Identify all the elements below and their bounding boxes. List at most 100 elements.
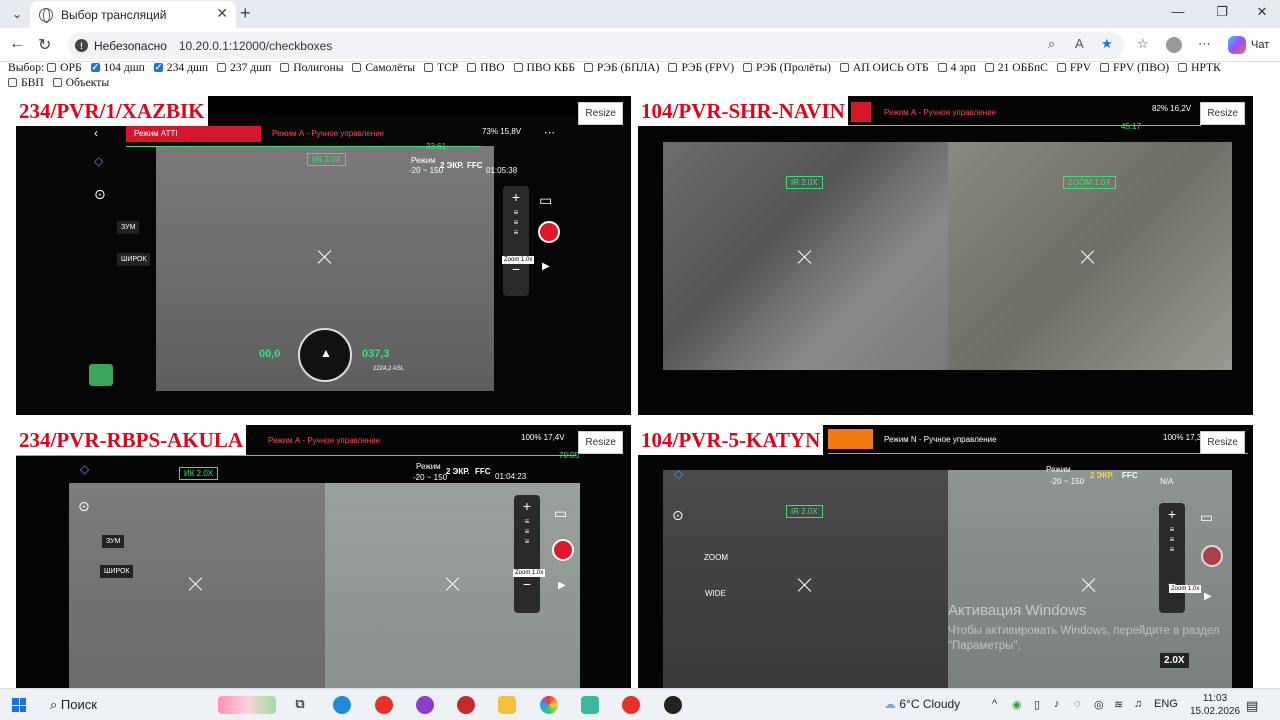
zoom-mode-button[interactable]: ZOOM <box>704 553 728 562</box>
filter-checkbox[interactable]: 21 ОББпС <box>984 60 1048 75</box>
filter-checkbox[interactable]: Объекты <box>52 75 109 90</box>
camera-icon[interactable]: ▭ <box>539 192 552 209</box>
filter-checkbox[interactable]: Полигоны <box>280 60 344 75</box>
favorite-star-icon[interactable]: ★ <box>1101 36 1113 52</box>
checkbox-box[interactable] <box>1178 63 1188 72</box>
wifi-icon[interactable]: ≋ <box>1114 698 1123 711</box>
favorites-bar-icon[interactable]: ☆ <box>1137 36 1149 52</box>
file-explorer-icon[interactable] <box>498 696 516 714</box>
tab-active[interactable]: Выбор трансляций ✕ <box>30 1 236 28</box>
filter-checkbox[interactable]: ОРБ <box>47 60 82 75</box>
wide-mode-button[interactable]: ШИРОК <box>117 253 151 266</box>
tray-usb-icon[interactable]: ▯ <box>1034 698 1040 711</box>
checkbox-box[interactable] <box>513 63 523 72</box>
playback-icon[interactable]: ▶ <box>558 580 566 591</box>
filter-checkbox[interactable]: FPV (ПВО) <box>1100 60 1169 75</box>
zoom-level-button[interactable]: Zoom 1.0x <box>513 569 546 577</box>
camera-icon[interactable]: ▭ <box>1200 509 1213 526</box>
filter-checkbox[interactable]: ПВО КББ <box>513 60 575 75</box>
zoom-in-icon[interactable]: + <box>503 186 529 208</box>
checkbox-box[interactable] <box>280 63 290 72</box>
more-icon[interactable]: ⋯ <box>544 126 555 139</box>
filter-checkbox[interactable]: НРТК <box>1178 60 1221 75</box>
ffc-button[interactable]: FFC <box>475 467 491 476</box>
zoom-in-icon[interactable]: + <box>514 495 540 517</box>
checkbox-box[interactable] <box>352 63 362 72</box>
filter-checkbox[interactable]: АП ОИСЬ ОТБ <box>839 60 929 75</box>
app-dark-icon[interactable] <box>664 696 682 714</box>
filter-checkbox[interactable]: FPV <box>1056 60 1091 75</box>
filter-checkbox[interactable]: БВП <box>8 75 44 90</box>
target-icon[interactable]: ⊙ <box>78 498 90 515</box>
checkbox-box[interactable] <box>743 63 753 72</box>
filter-checkbox[interactable]: Самолёты <box>352 60 415 75</box>
checkbox-box[interactable] <box>1056 63 1066 72</box>
zoom-level-button[interactable]: Zoom 1.0x <box>1169 585 1202 593</box>
tray-app2-icon[interactable]: ◎ <box>1094 698 1104 711</box>
close-tab-icon[interactable]: ✕ <box>216 5 228 22</box>
filter-checkbox[interactable]: ПВО <box>467 60 505 75</box>
app-notes-icon[interactable] <box>581 696 599 714</box>
resize-button[interactable]: Resize <box>1200 102 1245 125</box>
zoom-slider[interactable]: + ≡ ≡ ≡ − <box>514 495 540 613</box>
resize-button[interactable]: Resize <box>578 102 623 125</box>
record-button[interactable] <box>538 221 560 243</box>
microphone-icon[interactable]: ♪ <box>1054 698 1060 710</box>
record-button[interactable] <box>1201 545 1223 567</box>
minimize-icon[interactable]: — <box>1168 4 1188 19</box>
playback-icon[interactable]: ▶ <box>1204 591 1212 602</box>
checkbox-box[interactable] <box>984 63 994 72</box>
chrome-icon[interactable] <box>540 696 558 714</box>
chat-label[interactable]: Чат <box>1251 39 1269 51</box>
checkbox-box[interactable] <box>47 63 57 72</box>
tray-headset-icon[interactable]: ◌ <box>1074 698 1081 710</box>
weather-widget[interactable]: ☁ 6°C Cloudy <box>884 697 960 711</box>
back-arrow-icon[interactable]: ← <box>9 35 25 53</box>
notifications-icon[interactable]: ▤ <box>1246 698 1258 714</box>
zoom-mode-button[interactable]: ЗУМ <box>117 221 140 234</box>
zoom-slider[interactable]: + ≡ ≡ ≡ − <box>1159 503 1185 613</box>
diamond-icon[interactable]: ◇ <box>94 154 103 168</box>
target-icon[interactable]: ⊙ <box>94 186 106 203</box>
taskbar-search[interactable]: ⌕ Поиск <box>50 697 97 713</box>
filter-checkbox[interactable]: 4 зрп <box>937 60 976 75</box>
playback-icon[interactable]: ▶ <box>542 261 550 272</box>
checkbox-box[interactable] <box>583 63 593 72</box>
filter-checkbox[interactable]: РЭБ (FPV) <box>668 60 734 75</box>
tray-overflow-icon[interactable]: ^ <box>992 698 997 710</box>
camera-icon[interactable]: ▭ <box>554 505 567 522</box>
resize-button[interactable]: Resize <box>1200 431 1245 454</box>
checkbox-box[interactable] <box>839 63 849 72</box>
close-window-icon[interactable]: ✕ <box>1252 4 1272 20</box>
filter-checkbox[interactable]: 234 дшп <box>153 60 208 75</box>
widgets-icon[interactable] <box>218 696 276 714</box>
filter-checkbox[interactable]: ТСР <box>423 60 458 75</box>
filter-checkbox[interactable]: 104 дшп <box>90 60 145 75</box>
task-view-icon[interactable]: ⧉ <box>291 696 309 714</box>
app-8-icon[interactable] <box>457 696 475 714</box>
restore-icon[interactable]: ❐ <box>1212 4 1232 20</box>
target-icon[interactable]: ⊙ <box>672 507 684 524</box>
zoom-mode-button[interactable]: ЗУМ <box>102 535 125 548</box>
tray-app-icon[interactable]: ◉ <box>1012 698 1022 711</box>
read-aloud-icon[interactable]: A <box>1075 36 1084 51</box>
checkbox-box[interactable] <box>467 63 477 72</box>
checkbox-box[interactable] <box>423 63 433 72</box>
checkbox-box[interactable] <box>937 63 947 72</box>
edge-icon[interactable] <box>333 696 351 714</box>
filter-checkbox[interactable]: 237 дшп <box>217 60 271 75</box>
ffc-button[interactable]: FFC <box>1122 471 1138 480</box>
refresh-icon[interactable]: ↻ <box>38 35 51 55</box>
filter-checkbox[interactable]: РЭБ (Пролёты) <box>743 60 831 75</box>
checkbox-box[interactable] <box>153 60 163 75</box>
windows-start-icon[interactable] <box>12 698 26 712</box>
checkbox-box[interactable] <box>8 78 17 87</box>
record-button[interactable] <box>552 539 574 561</box>
clock[interactable]: 11:03 15.02.2026 <box>1190 692 1240 718</box>
url-field[interactable]: ! Небезопасно 10.20.0.1:12000/checkboxes <box>68 32 1124 59</box>
zoom-search-icon[interactable]: ⌕ <box>1048 36 1055 52</box>
copilot-icon[interactable] <box>1228 36 1246 54</box>
screen-mode[interactable]: 2 ЭКР. <box>1090 471 1114 480</box>
checkbox-box[interactable] <box>52 78 62 87</box>
back-icon[interactable]: ‹ <box>94 126 98 140</box>
